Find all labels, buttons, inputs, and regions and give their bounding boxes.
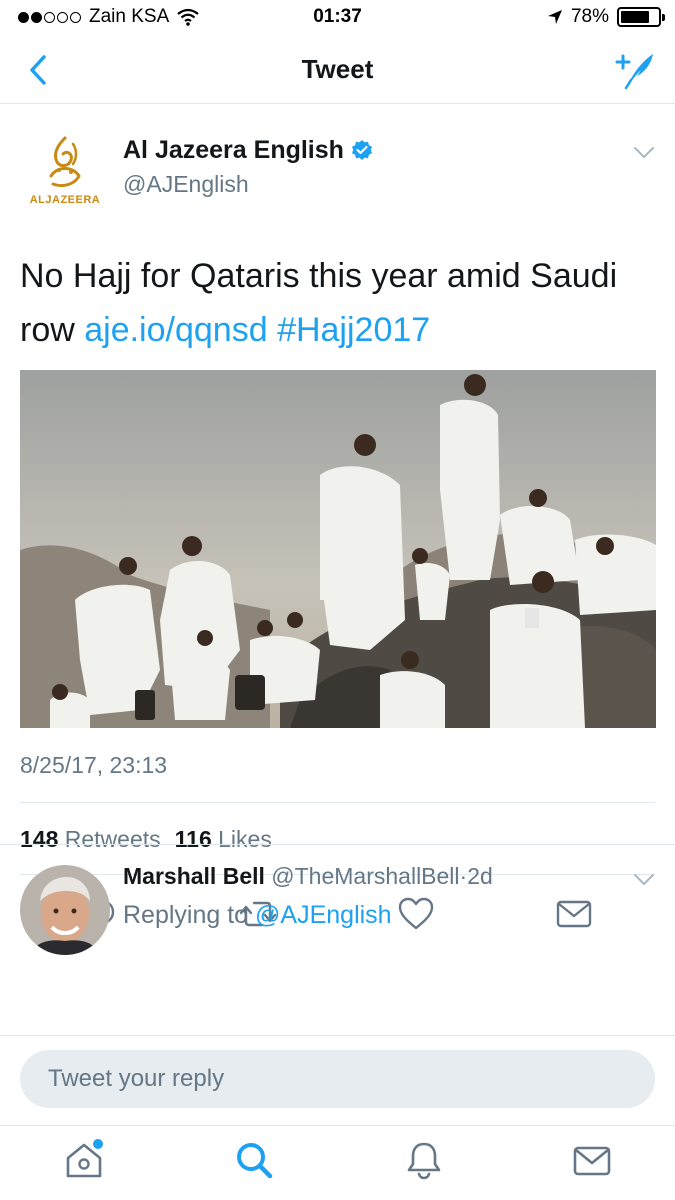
author-avatar[interactable]: ALJAZEERA [20,126,110,216]
tweet-text: No Hajj for Qataris this year amid Saudi… [20,249,660,357]
search-icon[interactable] [232,1138,276,1182]
page-title: Tweet [301,54,374,84]
tweet-timestamp: 8/25/17, 23:13 [20,752,168,778]
reply-header: Marshall Bell @TheMarshallBell·2d [123,863,493,890]
divider [20,802,655,803]
caret-down-icon[interactable] [633,146,655,160]
status-right: 78% [547,6,665,28]
replying-to: Replying to @AJEnglish [123,901,392,930]
battery-icon [617,7,665,27]
verified-badge-icon [351,139,372,160]
aljazeera-logo: ALJAZEERA [20,126,110,216]
battery-percent: 78% [570,6,609,27]
reply-author-handle: @TheMarshallBell [271,863,460,889]
notification-dot [93,1139,103,1149]
tweet-link[interactable]: aje.io/qqnsd [84,311,267,349]
navigation-bar: Tweet [0,36,675,104]
caret-down-icon[interactable] [633,873,655,887]
tweet-hashtag[interactable]: #Hajj2017 [277,311,430,349]
battery-fill [621,11,650,23]
reply-avatar[interactable] [20,865,110,955]
reply-age: 2d [467,863,493,889]
home-icon[interactable] [62,1138,106,1182]
reply-tweet[interactable]: Marshall Bell @TheMarshallBell·2d Replyi… [0,844,675,1034]
reply-author-name: Marshall Bell [123,863,265,889]
replying-to-prefix: Replying to [123,901,249,929]
tab-bar [0,1125,675,1200]
notifications-icon[interactable] [402,1138,446,1182]
replying-to-handle[interactable]: @AJEnglish [255,901,392,929]
reply-composer [0,1035,675,1125]
messages-icon[interactable] [570,1138,614,1182]
location-arrow-icon [547,10,562,24]
reply-input[interactable] [20,1050,655,1108]
aljazeera-calligraphy-icon [49,136,81,188]
compose-tweet-icon[interactable] [613,48,657,90]
tweet-photo[interactable] [20,370,656,728]
author-info[interactable]: Al Jazeera English @AJEnglish [123,136,374,198]
author-name: Al Jazeera English [123,136,344,164]
status-bar: Zain KSA 01:37 78% [0,0,675,36]
logo-wordmark: ALJAZEERA [29,194,101,206]
author-handle: @AJEnglish [123,171,249,197]
author-name-row: Al Jazeera English [123,136,374,165]
